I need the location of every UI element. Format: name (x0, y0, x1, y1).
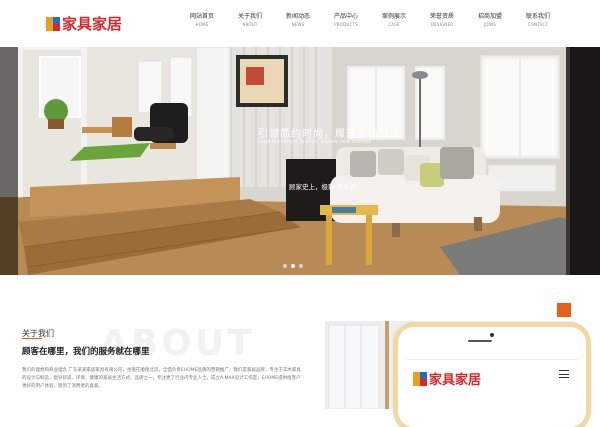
hero-banner[interactable]: 引领简约时尚，履现全新舒适 Lead the simple fashion, e… (0, 47, 600, 275)
nav-item-label: 网站首页 (189, 13, 214, 20)
nav-item-sublabel: CASE (388, 22, 400, 27)
nav-item-news[interactable]: 新闻动态 NEWS (274, 13, 322, 28)
about-description: 我们的理想和商业理念 广东某某家居家具有限公司，坐落在顺德北滘，全面负责EHOM… (22, 368, 301, 389)
nav-item-about[interactable]: 关于我们 ABOUT (226, 13, 274, 28)
banner-slogan-en: Lead the simple fashion, ensure new comf… (258, 139, 371, 145)
logo-icon (46, 16, 60, 31)
nav-item-label: 联系我们 (525, 13, 550, 20)
site-logo[interactable]: 家具家居 (46, 13, 122, 34)
nav-item-case[interactable]: 案例展示 CASE (370, 13, 418, 28)
camera-icon (490, 333, 494, 337)
about-subtitle: 顾客在哪里，我们的服务就在哪里 (22, 347, 150, 357)
nav-item-sublabel: CONTACT (527, 22, 549, 27)
nav-item-sublabel: DESIGNER (430, 22, 454, 27)
nav-item-designer[interactable]: 荣誉资质 DESIGNER (418, 13, 466, 28)
nav-item-contact[interactable]: 联系我们 CONTACT (514, 13, 562, 28)
hamburger-menu-icon[interactable] (559, 370, 569, 378)
nav-item-joins[interactable]: 招商加盟 JOINS (466, 13, 514, 28)
phone-logo[interactable]: 家具家居 (413, 369, 481, 388)
slide-dot[interactable] (283, 264, 287, 268)
nav-item-label: 荣誉资质 (429, 13, 454, 20)
living-room-photo (0, 47, 600, 275)
next-slide-shade[interactable] (570, 47, 600, 275)
nav-item-home[interactable]: 网站首页 HOME (178, 13, 226, 28)
slide-dot[interactable] (299, 264, 303, 268)
phone-screen: 家具家居 (406, 359, 578, 427)
about-section: ABOUT 关于我们 顾客在哪里，我们的服务就在哪里 我们的理想和商业理念 广东… (0, 275, 600, 427)
nav-item-sublabel: HOME (195, 22, 209, 27)
about-watermark: ABOUT (100, 323, 255, 364)
logo-text: 家具家居 (62, 15, 123, 33)
nav-item-label: 招商加盟 (477, 13, 502, 20)
nav-item-products[interactable]: 产品中心 PRODUCTS (322, 13, 370, 28)
nav-item-label: 新闻动态 (285, 13, 310, 20)
nav-item-label: 关于我们 (237, 13, 262, 20)
phone-logo-text: 家具家居 (429, 373, 482, 388)
site-header: 家具家居 网站首页 HOME 关于我们 ABOUT 新闻动态 NEWS 产品中心… (0, 0, 600, 47)
banner-tagline: 顾家史上，极致·舒软款 (289, 183, 357, 191)
nav-item-sublabel: JOINS (483, 22, 497, 27)
prev-slide-shade[interactable] (0, 47, 18, 275)
banner-slogan: 引领简约时尚，履现全新舒适 (258, 129, 401, 140)
title-underline (22, 338, 42, 339)
logo-icon (413, 371, 427, 386)
speaker-icon (468, 340, 492, 342)
nav-item-sublabel: ABOUT (242, 22, 258, 27)
phone-mockup: 家具家居 (398, 327, 586, 427)
nav-item-label: 产品中心 (333, 13, 358, 20)
decor-square (557, 303, 571, 317)
nav-item-sublabel: PRODUCTS (334, 22, 358, 27)
slide-dot-active[interactable] (291, 264, 295, 268)
nav-item-sublabel: NEWS (291, 22, 305, 27)
slide-indicators (281, 264, 305, 268)
main-nav: 网站首页 HOME 关于我们 ABOUT 新闻动态 NEWS 产品中心 PROD… (178, 13, 562, 28)
nav-item-label: 案例展示 (381, 13, 406, 20)
